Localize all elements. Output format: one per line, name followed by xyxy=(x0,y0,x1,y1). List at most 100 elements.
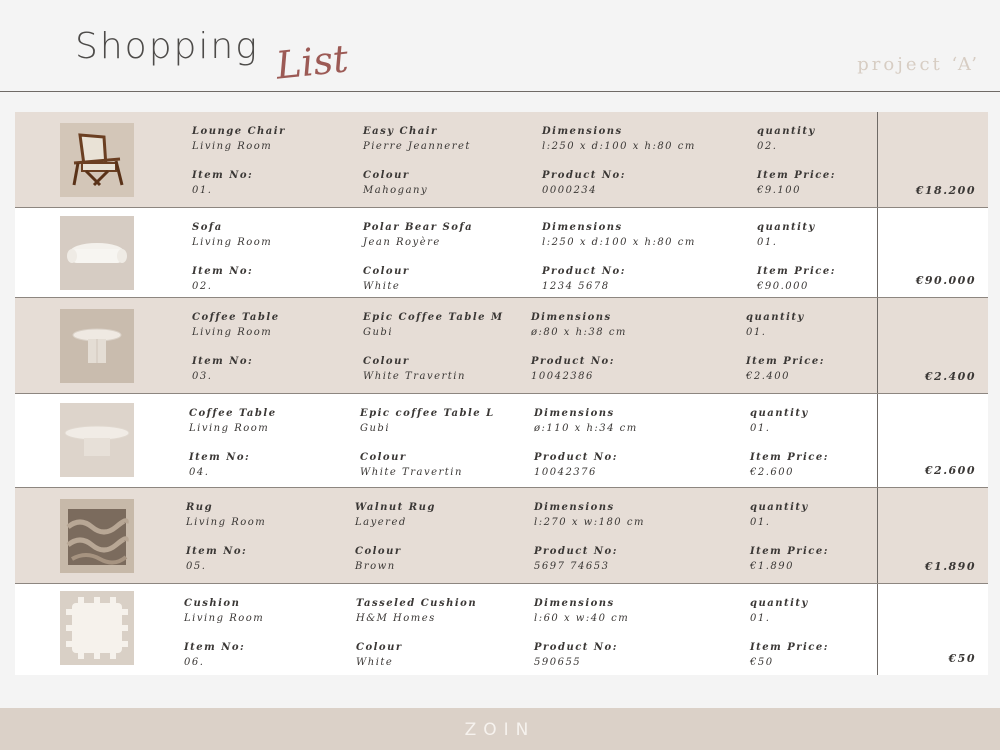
product-name: Walnut Rug xyxy=(355,502,436,513)
product-no-label: Product No: xyxy=(534,642,618,653)
item-no-label: Item No: xyxy=(189,452,251,463)
quantity-value: 01. xyxy=(746,327,767,338)
page-title-script: List xyxy=(273,36,351,88)
column-divider xyxy=(877,394,878,487)
item-room: Living Room xyxy=(189,423,270,434)
item-column: Sofa Living Room Item No: 02. xyxy=(192,220,272,294)
page-footer: ZOIN xyxy=(0,708,1000,750)
product-maker: Layered xyxy=(355,517,407,528)
table-row[interactable]: Rug Living Room Item No: 05. Walnut Rug … xyxy=(15,488,988,584)
item-category: Coffee Table xyxy=(189,408,277,419)
dimensions-column: Dimensions l:250 x d:100 x h:80 cm Produ… xyxy=(542,124,696,198)
table-row[interactable]: Coffee Table Living Room Item No: 03. Ep… xyxy=(15,298,988,394)
column-divider xyxy=(877,298,878,393)
product-no: 0000234 xyxy=(542,185,598,196)
item-room: Living Room xyxy=(192,141,273,152)
project-label: project ‘A’ xyxy=(857,54,980,75)
colour-label: Colour xyxy=(363,356,410,367)
quantity-label: quantity xyxy=(750,408,809,419)
dimensions-label: Dimensions xyxy=(534,408,615,419)
quantity-column: quantity 02. Item Price: €9.100 xyxy=(757,124,836,198)
item-no-label: Item No: xyxy=(192,266,254,277)
item-room: Living Room xyxy=(184,613,265,624)
product-name: Polar Bear Sofa xyxy=(363,222,474,233)
product-name: Easy Chair xyxy=(363,126,438,137)
product-no: 590655 xyxy=(534,657,582,668)
dimensions-label: Dimensions xyxy=(534,598,615,609)
dimensions-value: ø:80 x h:38 cm xyxy=(531,327,627,338)
colour-label: Colour xyxy=(356,642,403,653)
colour-value: Mahogany xyxy=(363,185,429,196)
item-no-label: Item No: xyxy=(184,642,246,653)
product-name: Tasseled Cushion xyxy=(356,598,478,609)
table-row[interactable]: Sofa Living Room Item No: 02. Polar Bear… xyxy=(15,208,988,298)
dimensions-column: Dimensions ø:110 x h:34 cm Product No: 1… xyxy=(534,406,638,480)
item-column: Coffee Table Living Room Item No: 03. xyxy=(192,310,280,384)
item-price-label: Item Price: xyxy=(750,546,829,557)
table-row[interactable]: Cushion Living Room Item No: 06. Tassele… xyxy=(15,584,988,675)
row-total: €50 xyxy=(948,652,976,665)
dimensions-column: Dimensions ø:80 x h:38 cm Product No: 10… xyxy=(531,310,627,384)
quantity-column: quantity 01. Item Price: €1.890 xyxy=(750,500,829,574)
item-column: Rug Living Room Item No: 05. xyxy=(186,500,266,574)
item-no-label: Item No: xyxy=(192,170,254,181)
coffee-table-icon xyxy=(60,309,134,383)
item-column: Coffee Table Living Room Item No: 04. xyxy=(189,406,277,480)
quantity-value: 01. xyxy=(757,237,778,248)
name-column: Epic coffee Table L Gubi Colour White Tr… xyxy=(360,406,495,480)
name-column: Easy Chair Pierre Jeanneret Colour Mahog… xyxy=(363,124,471,198)
item-category: Rug xyxy=(186,502,214,513)
shopping-list-table: Lounge Chair Living Room Item No: 01. Ea… xyxy=(15,112,988,675)
product-no-label: Product No: xyxy=(534,452,618,463)
item-column: Lounge Chair Living Room Item No: 01. xyxy=(192,124,286,198)
quantity-value: 01. xyxy=(750,423,771,434)
product-no: 1234 5678 xyxy=(542,281,610,292)
quantity-value: 01. xyxy=(750,517,771,528)
quantity-column: quantity 01. Item Price: €2.400 xyxy=(746,310,825,384)
item-category: Sofa xyxy=(192,222,223,233)
dimensions-value: l:250 x d:100 x h:80 cm xyxy=(542,141,696,152)
product-no: 10042386 xyxy=(531,371,594,382)
product-no-label: Product No: xyxy=(542,170,626,181)
page-header: Shopping List project ‘A’ xyxy=(0,0,1000,92)
product-maker: Gubi xyxy=(363,327,394,338)
colour-label: Colour xyxy=(363,170,410,181)
dimensions-label: Dimensions xyxy=(542,222,623,233)
dimensions-label: Dimensions xyxy=(534,502,615,513)
row-total: €90.000 xyxy=(915,274,976,287)
row-total: €18.200 xyxy=(915,184,976,197)
header-divider xyxy=(0,91,1000,92)
page-title: Shopping xyxy=(75,26,259,67)
chair-icon xyxy=(60,123,134,197)
product-no: 5697 74653 xyxy=(534,561,610,572)
item-category: Lounge Chair xyxy=(192,126,286,137)
quantity-label: quantity xyxy=(750,502,809,513)
colour-value: Brown xyxy=(355,561,396,572)
product-no-label: Product No: xyxy=(534,546,618,557)
table-row[interactable]: Coffee Table Living Room Item No: 04. Ep… xyxy=(15,394,988,488)
quantity-label: quantity xyxy=(746,312,805,323)
item-no: 06. xyxy=(184,657,205,668)
name-column: Epic Coffee Table M Gubi Colour White Tr… xyxy=(363,310,504,384)
row-total: €2.600 xyxy=(924,464,976,477)
item-price-label: Item Price: xyxy=(750,642,829,653)
product-maker: H&M Homes xyxy=(356,613,436,624)
dimensions-label: Dimensions xyxy=(542,126,623,137)
column-divider xyxy=(877,584,878,675)
footer-brand: ZOIN xyxy=(464,720,536,740)
column-divider xyxy=(877,488,878,583)
item-room: Living Room xyxy=(192,327,273,338)
quantity-label: quantity xyxy=(757,126,816,137)
item-category: Cushion xyxy=(184,598,241,609)
item-price: €9.100 xyxy=(757,185,801,196)
product-maker: Jean Royère xyxy=(363,237,441,248)
quantity-column: quantity 01. Item Price: €50 xyxy=(750,596,829,670)
item-no-label: Item No: xyxy=(192,356,254,367)
product-no: 10042376 xyxy=(534,467,597,478)
item-price-label: Item Price: xyxy=(757,170,836,181)
colour-value: White Travertin xyxy=(360,467,463,478)
table-row[interactable]: Lounge Chair Living Room Item No: 01. Ea… xyxy=(15,112,988,208)
item-price: €90.000 xyxy=(757,281,809,292)
name-column: Polar Bear Sofa Jean Royère Colour White xyxy=(363,220,473,294)
dimensions-value: l:270 x w:180 cm xyxy=(534,517,645,528)
